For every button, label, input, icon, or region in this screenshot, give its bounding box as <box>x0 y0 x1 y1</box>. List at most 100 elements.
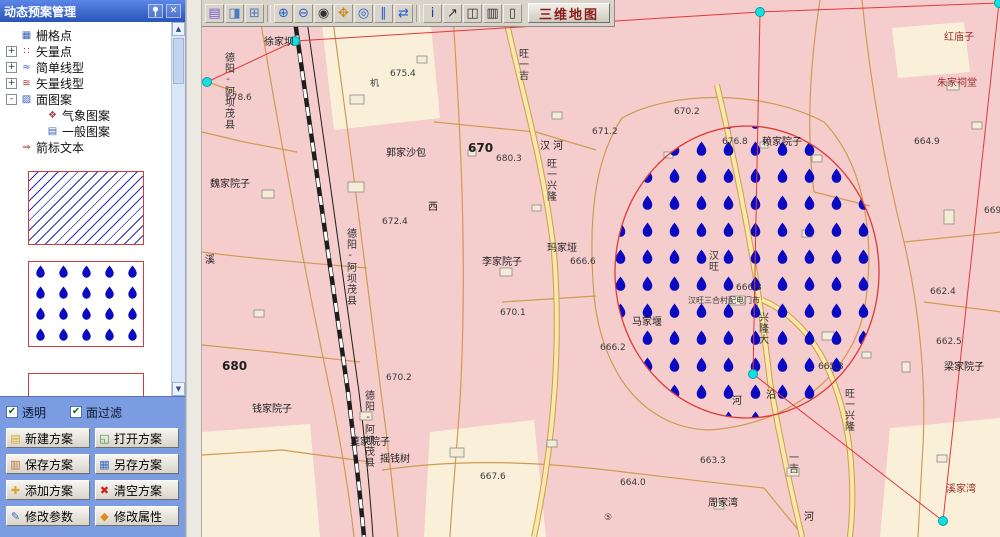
plan-button-icon: ✚ <box>9 484 22 497</box>
tree-node-icon: ⇒ <box>20 142 33 153</box>
plan-button-2[interactable]: ◱打开方案 <box>95 428 179 448</box>
plan-button-label: 另存方案 <box>114 456 162 473</box>
tree-item-5[interactable]: -▨面图案 <box>6 91 171 107</box>
tree-node-label: 矢量线型 <box>36 75 84 92</box>
building <box>468 150 476 156</box>
tree-expander-icon[interactable]: + <box>6 78 17 89</box>
plan-button-label: 打开方案 <box>114 430 162 447</box>
tree-item-3[interactable]: +≈简单线型 <box>6 59 171 75</box>
vertex-handle[interactable] <box>203 78 212 87</box>
plan-button-icon: ✎ <box>9 510 22 523</box>
tree-item-4[interactable]: +≋矢量线型 <box>6 75 171 91</box>
pattern-preview-hatch[interactable] <box>28 171 144 245</box>
pattern-preview-partial[interactable] <box>28 373 144 396</box>
building <box>552 112 562 119</box>
full-extent-icon[interactable]: ◉ <box>314 4 333 23</box>
tree-node-label: 箭标文本 <box>36 139 84 156</box>
tree-node-icon: ≋ <box>20 78 33 89</box>
tree-item-6[interactable]: ❖气象图案 <box>6 107 171 123</box>
zoom-in-icon[interactable]: ⊕ <box>274 4 293 23</box>
plan-button-icon: ▥ <box>9 458 22 471</box>
plan-button-6[interactable]: ✖清空方案 <box>95 480 179 500</box>
parcel-road <box>202 345 360 362</box>
map-toolbar: ▤◨⊞ ⊕⊖◉✥◎∥⇄ i↗◫▥▯ 三维地图 <box>202 0 615 27</box>
plan-area-ellipse[interactable] <box>615 126 879 418</box>
panel-scrollbar[interactable]: ▲ ▼ <box>171 22 185 396</box>
application-window: 动态预案管理 ✕ ▦栅格点+∷矢量点+≈简单线型+≋矢量线型-▨面图案❖气象图案… <box>0 0 1000 537</box>
export-icon[interactable]: ↗ <box>443 4 462 23</box>
field-region <box>892 22 970 78</box>
close-icon[interactable]: ✕ <box>166 4 181 18</box>
map-canvas[interactable] <box>202 0 1000 537</box>
plan-button-label: 添加方案 <box>25 482 73 499</box>
plan-button-1[interactable]: ▤新建方案 <box>6 428 90 448</box>
report-icon[interactable]: ▯ <box>503 4 522 23</box>
vertex-handle[interactable] <box>291 37 300 46</box>
tree-node-label: 一般图案 <box>62 123 110 140</box>
plan-button-4[interactable]: ▦另存方案 <box>95 454 179 474</box>
tree-expander-icon[interactable]: - <box>6 94 17 105</box>
tree-item-2[interactable]: +∷矢量点 <box>6 43 171 59</box>
vertex-handle[interactable] <box>995 0 1000 8</box>
vertex-handle[interactable] <box>939 517 948 526</box>
layers-map-icon[interactable]: ▤ <box>205 4 224 23</box>
print-icon[interactable]: ▥ <box>483 4 502 23</box>
building <box>547 440 557 447</box>
plan-button-7[interactable]: ✎修改参数 <box>6 506 90 526</box>
building <box>450 448 464 457</box>
scroll-thumb[interactable] <box>173 38 184 84</box>
scroll-up-icon[interactable]: ▲ <box>172 22 185 36</box>
vertex-handle[interactable] <box>749 370 758 379</box>
building <box>262 190 274 198</box>
tree-expander-icon[interactable]: + <box>6 46 17 57</box>
checkbox-box-icon[interactable]: ✔ <box>70 406 82 418</box>
parcel-road <box>924 302 1000 312</box>
map-view[interactable]: 徐家坝红庙子朱家祠堂德阳-阿坝茂县德阳-阿坝茂县德阳-阿坝茂县675.4机678… <box>202 0 1000 537</box>
tree-item-8[interactable]: ⇒箭标文本 <box>6 139 171 155</box>
building <box>254 310 264 317</box>
tree-item-7[interactable]: ▤一般图案 <box>6 123 171 139</box>
pan-icon[interactable]: ✥ <box>334 4 353 23</box>
plan-button-label: 新建方案 <box>25 430 73 447</box>
plan-button-5[interactable]: ✚添加方案 <box>6 480 90 500</box>
checkbox-1[interactable]: ✔ 透明 <box>6 404 46 421</box>
building <box>348 182 364 192</box>
info-icon[interactable]: i <box>423 4 442 23</box>
tree-node-icon: ≈ <box>20 62 33 73</box>
tree-node-label: 简单线型 <box>36 59 84 76</box>
plan-button-icon: ▦ <box>98 458 111 471</box>
building <box>944 210 954 224</box>
map-select-icon[interactable]: ◨ <box>225 4 244 23</box>
building <box>350 95 364 104</box>
toolbar-separator <box>416 5 420 22</box>
zoom-out-icon[interactable]: ⊖ <box>294 4 313 23</box>
map-3d-button[interactable]: 三维地图 <box>528 3 610 23</box>
panel-title: 动态预案管理 <box>4 3 145 20</box>
tree-expander-icon[interactable]: + <box>6 62 17 73</box>
vertex-handle[interactable] <box>756 8 765 17</box>
zoom-select-icon[interactable]: ◎ <box>354 4 373 23</box>
panel-content: ▦栅格点+∷矢量点+≈简单线型+≋矢量线型-▨面图案❖气象图案▤一般图案⇒箭标文… <box>0 22 185 396</box>
pause-icon[interactable]: ∥ <box>374 4 393 23</box>
building <box>500 268 512 276</box>
parcel-road <box>202 132 297 152</box>
checkbox-box-icon[interactable]: ✔ <box>6 406 18 418</box>
plan-buttons: ▤新建方案◱打开方案▥保存方案▦另存方案✚添加方案✖清空方案✎修改参数◆修改属性 <box>6 428 185 526</box>
tree-node-icon: ∷ <box>20 46 33 57</box>
scroll-down-icon[interactable]: ▼ <box>172 382 185 396</box>
panel-splitter[interactable] <box>186 0 202 537</box>
parcel-road <box>434 122 596 150</box>
pin-icon[interactable] <box>148 4 163 18</box>
tree-item-1[interactable]: ▦栅格点 <box>6 27 171 43</box>
snapshot-icon[interactable]: ◫ <box>463 4 482 23</box>
plan-button-label: 保存方案 <box>25 456 73 473</box>
checkbox-label: 透明 <box>22 404 46 421</box>
pattern-preview-drops[interactable] <box>28 261 144 347</box>
plan-button-8[interactable]: ◆修改属性 <box>95 506 179 526</box>
checkbox-2[interactable]: ✔面过滤 <box>70 404 122 421</box>
tree-node-icon: ▨ <box>20 94 33 105</box>
swap-icon[interactable]: ⇄ <box>394 4 413 23</box>
grid-icon[interactable]: ⊞ <box>245 4 264 23</box>
tree-node-icon: ▤ <box>46 126 59 137</box>
plan-button-3[interactable]: ▥保存方案 <box>6 454 90 474</box>
